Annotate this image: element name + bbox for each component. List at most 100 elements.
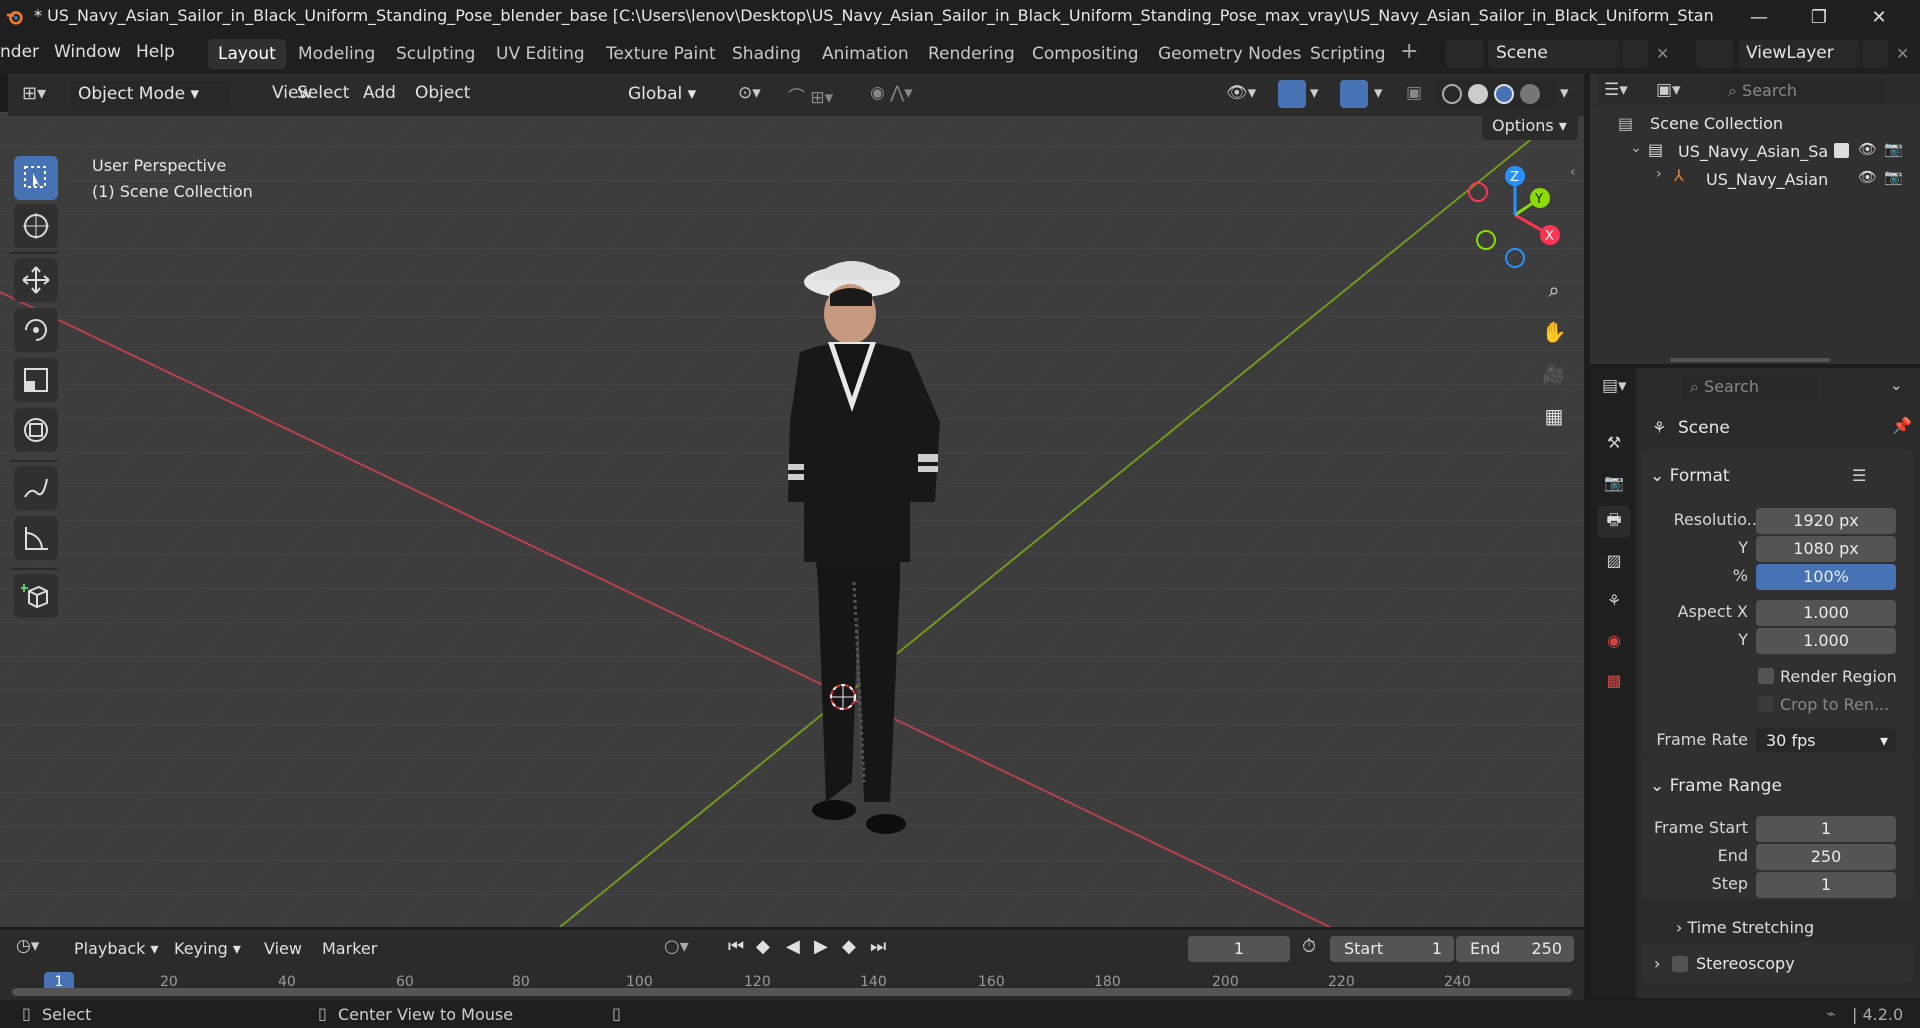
presets-icon[interactable]: ☰ — [1852, 466, 1866, 485]
snap-icon[interactable]: ⌒ ⊞▾ — [788, 83, 833, 108]
collection-checkbox[interactable] — [1834, 143, 1849, 158]
xray-icon[interactable]: ▣ — [1406, 83, 1422, 103]
time-stretching-subpanel[interactable]: › Time Stretching — [1676, 918, 1814, 937]
aspect-x-field[interactable]: 1.000 — [1756, 600, 1896, 626]
render-region-checkbox[interactable] — [1758, 668, 1774, 684]
visibility-icon[interactable]: 👁▾ — [1226, 83, 1256, 103]
editor-type-icon[interactable]: ⊞▾ — [16, 80, 62, 110]
jump-end-icon[interactable]: ⏭ — [870, 936, 886, 957]
tab-modeling[interactable]: Modeling — [288, 39, 385, 69]
outliner-item-collection[interactable]: US_Navy_Asian_Sa — [1678, 142, 1828, 161]
transform-tool[interactable] — [14, 408, 58, 452]
tab-geometry-nodes[interactable]: Geometry Nodes — [1148, 39, 1311, 69]
timeline-menu-view[interactable]: View — [264, 939, 302, 958]
texture-tab[interactable]: ▩ — [1598, 664, 1630, 696]
wireframe-shading-icon[interactable] — [1442, 84, 1462, 104]
tab-compositing[interactable]: Compositing — [1022, 39, 1149, 69]
navigation-gizmo[interactable]: X Y Z — [1460, 160, 1570, 270]
stereoscopy-chevron-icon[interactable]: › — [1654, 954, 1660, 973]
tab-rendering[interactable]: Rendering — [918, 39, 1025, 69]
viewlayer-type-icon[interactable] — [1696, 40, 1734, 68]
pin-icon[interactable]: 📌 — [1892, 416, 1912, 435]
pan-button[interactable]: ✋ — [1536, 314, 1572, 350]
resolution-y-field[interactable]: 1080 px — [1756, 536, 1896, 562]
outliner-filter-icon[interactable]: ▣▾ — [1656, 80, 1681, 100]
3d-viewport[interactable]: User Perspective (1) Scene Collection Op… — [0, 112, 1584, 927]
menu-window[interactable]: Window — [54, 42, 121, 62]
crop-checkbox[interactable] — [1758, 696, 1774, 712]
rendered-shading-icon[interactable] — [1520, 84, 1540, 104]
mode-selector[interactable]: Object Mode ▾ — [70, 81, 230, 109]
collapse-chevron-icon[interactable]: ⌄ — [1630, 140, 1642, 156]
timeline-menu-keying[interactable]: Keying ▾ — [174, 939, 241, 958]
outliner-editor-icon[interactable]: ☰▾ — [1604, 80, 1628, 100]
stereoscopy-checkbox[interactable] — [1672, 956, 1688, 972]
armature-visibility-icon[interactable]: 👁 — [1858, 168, 1877, 186]
overlay-dropdown-icon[interactable]: ▾ — [1374, 83, 1383, 103]
frame-start-field[interactable]: 1 — [1756, 816, 1896, 842]
proportional-edit-icon[interactable]: ◉ ⋀▾ — [870, 83, 913, 103]
timeline-start-field[interactable]: Start 1 — [1330, 936, 1454, 962]
gizmo-dropdown-icon[interactable]: ▾ — [1310, 83, 1319, 103]
resolution-percent-field[interactable]: 100% — [1756, 564, 1896, 590]
delete-viewlayer-icon[interactable]: ✕ — [1890, 40, 1916, 68]
overlay-toggle-button[interactable] — [1340, 80, 1368, 108]
current-frame-field[interactable]: 1 — [1188, 936, 1290, 962]
tool-tab[interactable]: ⚒ — [1598, 426, 1630, 458]
viewlayer-selector[interactable]: ViewLayer — [1738, 40, 1860, 68]
render-tab[interactable]: 📷 — [1598, 466, 1630, 498]
new-viewlayer-button[interactable] — [1862, 40, 1888, 68]
world-tab[interactable]: ◉ — [1598, 624, 1630, 656]
menu-add[interactable]: Add — [363, 83, 396, 103]
solid-shading-icon[interactable] — [1468, 84, 1488, 104]
add-workspace-button[interactable]: + — [1400, 39, 1418, 64]
resolution-x-field[interactable]: 1920 px — [1756, 508, 1896, 534]
scene-type-icon[interactable] — [1446, 40, 1484, 68]
delete-scene-icon[interactable]: ✕ — [1650, 40, 1676, 68]
tab-scripting[interactable]: Scripting — [1300, 39, 1396, 69]
format-panel-header[interactable]: ⌄ Format — [1650, 466, 1730, 486]
minimize-button[interactable]: — — [1730, 0, 1788, 34]
maximize-button[interactable]: ❐ — [1790, 0, 1848, 34]
new-scene-button[interactable] — [1622, 40, 1648, 68]
auto-keying-icon[interactable]: ○▾ — [664, 936, 689, 957]
timeline-editor-icon[interactable]: ◷▾ — [16, 936, 39, 956]
tab-shading[interactable]: Shading — [722, 39, 811, 69]
tab-sculpting[interactable]: Sculpting — [386, 39, 485, 69]
orientation-selector[interactable]: Global ▾ — [620, 81, 724, 109]
outliner-search-input[interactable]: ⌕ Search — [1720, 78, 1884, 104]
frame-range-panel-header[interactable]: ⌄ Frame Range — [1650, 776, 1782, 796]
menu-help[interactable]: Help — [136, 42, 175, 62]
ortho-toggle-button[interactable]: ▦ — [1536, 398, 1572, 434]
scale-tool[interactable] — [14, 358, 58, 402]
move-tool[interactable] — [14, 258, 58, 302]
menu-select[interactable]: Select — [297, 83, 349, 103]
gizmo-toggle-button[interactable] — [1278, 80, 1306, 108]
outliner-item-armature[interactable]: US_Navy_Asian — [1706, 170, 1828, 189]
properties-editor-icon[interactable]: ▤▾ — [1602, 376, 1627, 396]
tab-uv-editing[interactable]: UV Editing — [486, 39, 595, 69]
collection-visibility-icon[interactable]: 👁 — [1858, 140, 1877, 158]
options-dropdown[interactable]: Options ▾ — [1482, 112, 1578, 140]
tab-texture-paint[interactable]: Texture Paint — [596, 39, 726, 69]
tab-animation[interactable]: Animation — [812, 39, 919, 69]
frame-step-field[interactable]: 1 — [1756, 872, 1896, 898]
view-layer-tab[interactable]: ▨ — [1598, 544, 1630, 576]
measure-tool[interactable] — [14, 516, 58, 560]
timeline-menu-playback[interactable]: Playback ▾ — [74, 939, 159, 958]
cursor-tool[interactable] — [14, 204, 58, 248]
add-cube-tool[interactable] — [14, 574, 58, 618]
armature-render-icon[interactable]: 📷 — [1884, 168, 1903, 186]
pivot-icon[interactable]: ⊙▾ — [738, 83, 761, 103]
prev-keyframe-icon[interactable]: ◆ — [756, 936, 770, 957]
material-shading-icon[interactable] — [1494, 84, 1514, 104]
camera-view-button[interactable]: 🎥 — [1536, 356, 1572, 392]
scene-tab[interactable]: ⚘ — [1598, 584, 1630, 616]
sidebar-toggle-icon[interactable]: ‹ — [1570, 164, 1576, 180]
menu-render[interactable]: nder — [0, 42, 39, 62]
properties-search-input[interactable]: ⌕ Search — [1682, 374, 1818, 400]
select-box-tool[interactable] — [14, 156, 58, 200]
jump-start-icon[interactable]: ⏮ — [728, 936, 744, 957]
sailor-model[interactable] — [760, 182, 980, 852]
frame-end-field[interactable]: 250 — [1756, 844, 1896, 870]
